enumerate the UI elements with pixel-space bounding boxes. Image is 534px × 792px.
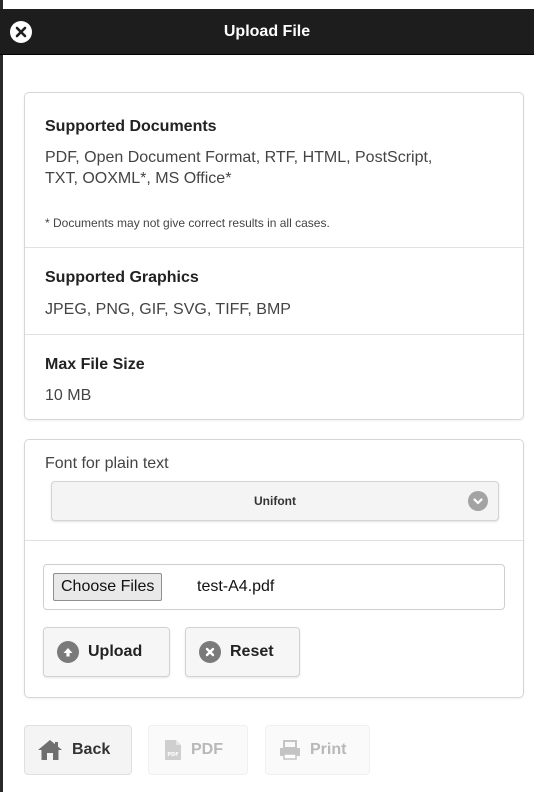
font-select-value: Unifont (254, 494, 296, 508)
supported-formats-panel: Supported Documents PDF, Open Document F… (24, 92, 524, 420)
documents-formats-line1: PDF, Open Document Format, RTF, HTML, Po… (45, 149, 433, 166)
back-button-label: Back (72, 741, 111, 758)
print-button-label: Print (310, 741, 347, 758)
reset-button[interactable]: Reset (185, 627, 300, 677)
reset-button-label: Reset (230, 643, 274, 660)
graphics-section: Supported Graphics JPEG, PNG, GIF, SVG, … (25, 248, 523, 334)
divider (25, 540, 523, 541)
header-bar: Upload File (0, 9, 534, 55)
font-select[interactable]: Unifont (51, 481, 499, 521)
printer-icon (279, 740, 301, 760)
home-icon (37, 739, 63, 761)
documents-formats-line2: TXT, OOXML*, MS Office* (45, 170, 232, 187)
upload-button-label: Upload (88, 643, 143, 660)
documents-note: * Documents may not give correct results… (45, 216, 330, 230)
upload-panel: Font for plain text Unifont Choose Files… (24, 439, 524, 698)
selected-file-name: test-A4.pdf (197, 578, 275, 595)
graphics-heading: Supported Graphics (45, 269, 199, 286)
max-size-value: 10 MB (45, 387, 92, 404)
upload-arrow-icon (57, 641, 79, 663)
pdf-button-label: PDF (191, 741, 223, 758)
svg-text:PDF: PDF (167, 752, 178, 758)
documents-heading: Supported Documents (45, 118, 217, 135)
upload-button[interactable]: Upload (43, 627, 170, 677)
chevron-down-icon (468, 491, 488, 511)
max-size-section: Max File Size 10 MB (25, 335, 523, 421)
window-edge (0, 0, 3, 792)
max-size-heading: Max File Size (45, 356, 145, 373)
choose-files-button[interactable]: Choose Files (53, 573, 163, 601)
reset-icon (199, 641, 221, 663)
pdf-file-icon: PDF (164, 739, 182, 761)
print-button[interactable]: Print (265, 725, 370, 775)
back-button[interactable]: Back (24, 725, 132, 775)
pdf-button[interactable]: PDF PDF (148, 725, 248, 775)
file-input[interactable]: Choose Files test-A4.pdf (43, 564, 505, 610)
graphics-formats: JPEG, PNG, GIF, SVG, TIFF, BMP (45, 301, 291, 318)
page-title: Upload File (223, 23, 311, 40)
font-label: Font for plain text (45, 455, 169, 472)
documents-section: Supported Documents PDF, Open Document F… (25, 93, 523, 247)
